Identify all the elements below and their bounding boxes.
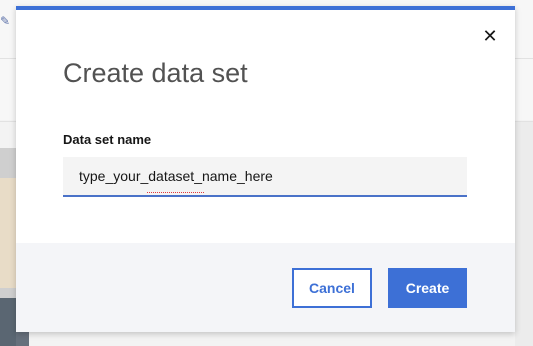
thumbnail-image <box>0 178 16 288</box>
background-right-panel <box>515 122 533 346</box>
thumbnail-caption-area <box>0 298 16 346</box>
dialog-accent-bar <box>16 6 515 10</box>
background-thumbnail-edge <box>16 330 29 346</box>
cancel-button[interactable]: Cancel <box>292 268 372 308</box>
background-thumbnail <box>0 148 16 346</box>
dialog-title: Create data set <box>63 58 248 88</box>
create-data-set-dialog: ✕ Create data set Data set name Cancel C… <box>16 6 515 332</box>
dialog-footer: Cancel Create <box>16 243 515 332</box>
create-button[interactable]: Create <box>388 268 467 308</box>
spellcheck-underline <box>147 189 204 193</box>
close-icon[interactable]: ✕ <box>480 26 500 46</box>
background-breadcrumb <box>9 14 15 28</box>
data-set-name-label: Data set name <box>63 132 152 147</box>
data-set-name-input[interactable] <box>63 157 467 197</box>
